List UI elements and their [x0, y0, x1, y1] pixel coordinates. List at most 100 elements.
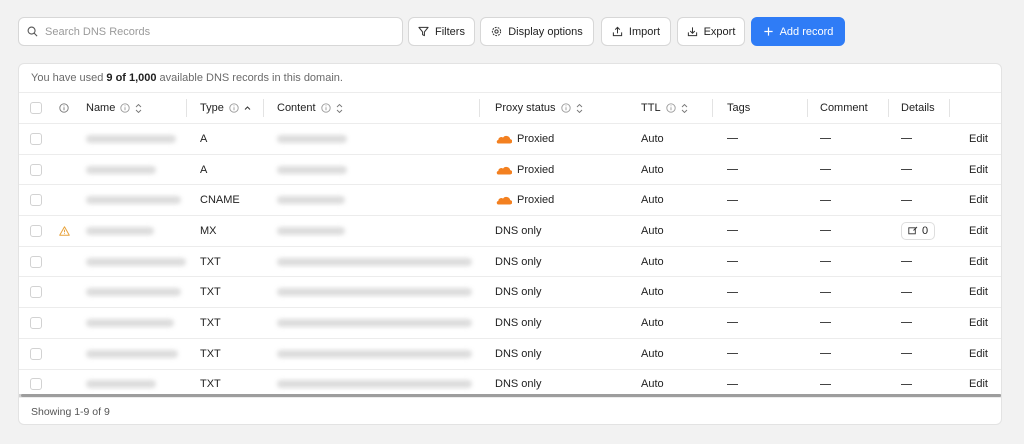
proxy-status-label: Proxied: [517, 194, 555, 207]
tags-col-header: Tags: [727, 93, 750, 123]
proxy-status-cell: DNS only: [495, 339, 541, 369]
content-col-label: Content: [277, 102, 316, 114]
edit-button[interactable]: Edit: [969, 277, 988, 307]
table-footer: Showing 1-9 of 9: [19, 397, 1001, 424]
record-type: MX: [200, 224, 217, 237]
record-content-redacted: [277, 349, 472, 358]
row-checkbox[interactable]: [30, 163, 42, 176]
edit-button[interactable]: Edit: [969, 247, 988, 277]
type-col-header[interactable]: Type: [200, 93, 251, 123]
showing-count: Showing 1-9 of 9: [31, 406, 110, 418]
proxy-status-label: DNS only: [495, 378, 542, 391]
record-content-redacted: [277, 288, 472, 297]
proxy-status-cell: DNS only: [495, 247, 541, 277]
details-empty-dash: [901, 261, 912, 263]
ttl-value: Auto: [641, 347, 664, 360]
record-content-redacted: [277, 165, 347, 174]
record-type: A: [200, 132, 208, 145]
column-divider: [807, 99, 808, 117]
record-name-redacted: [86, 226, 154, 235]
usage-summary: You have used 9 of 1,000 available DNS r…: [19, 64, 1001, 92]
row-checkbox[interactable]: [30, 255, 42, 268]
warning-icon[interactable]: [59, 226, 70, 236]
tags-empty-dash: [727, 291, 738, 293]
search-input[interactable]: Search DNS Records: [18, 17, 403, 46]
select-all-cell: [30, 93, 42, 123]
details-col-label: Details: [901, 102, 935, 114]
ttl-col-label: TTL: [641, 102, 661, 114]
note-icon: [908, 227, 918, 235]
details-col-header: Details: [901, 93, 935, 123]
row-checkbox[interactable]: [30, 347, 42, 360]
row-checkbox[interactable]: [30, 378, 42, 391]
cloud-icon: [496, 166, 512, 175]
proxy-status-col-header[interactable]: Proxy status: [495, 93, 583, 123]
toolbar: Search DNS Records Filters Display optio…: [18, 16, 1004, 47]
proxy-status-col-label: Proxy status: [495, 102, 556, 114]
proxy-status-label: DNS only: [495, 255, 542, 268]
proxy-status-cell: Proxied: [495, 155, 554, 185]
add-record-button[interactable]: Add record: [751, 17, 845, 46]
sort-icon: [336, 103, 342, 113]
filters-button[interactable]: Filters: [408, 17, 475, 46]
record-name-redacted: [86, 288, 181, 297]
table-row: A Proxied Auto Edit: [19, 153, 1001, 185]
details-badge[interactable]: 0: [901, 221, 936, 240]
add-record-label: Add record: [779, 25, 834, 38]
ttl-col-header[interactable]: TTL: [641, 93, 688, 123]
record-name-redacted: [86, 134, 176, 143]
details-empty-dash: [901, 383, 912, 385]
edit-button[interactable]: Edit: [969, 339, 988, 369]
record-name-redacted: [86, 349, 178, 358]
import-button[interactable]: Import: [601, 17, 671, 46]
info-icon: [320, 103, 331, 113]
record-type: CNAME: [200, 194, 240, 207]
details-empty-dash: [901, 138, 912, 140]
usage-suffix: available DNS records in this domain.: [159, 72, 343, 84]
record-name-redacted: [86, 196, 181, 205]
table-header: Name Type Content Proxy status TTL Tags …: [19, 92, 1001, 123]
info-icon: [120, 103, 130, 113]
column-divider: [263, 99, 264, 117]
edit-button[interactable]: Edit: [969, 308, 988, 338]
usage-count: 9 of 1,000: [106, 72, 157, 84]
export-button[interactable]: Export: [677, 17, 745, 46]
row-checkbox[interactable]: [30, 316, 42, 329]
usage-prefix: You have used: [31, 72, 104, 84]
display-options-button[interactable]: Display options: [480, 17, 594, 46]
row-checkbox[interactable]: [30, 286, 42, 299]
record-name-redacted: [86, 318, 174, 327]
edit-button[interactable]: Edit: [969, 155, 988, 185]
name-col-label: Name: [86, 102, 116, 114]
proxy-status-cell: Proxied: [495, 124, 554, 154]
tags-empty-dash: [727, 322, 738, 324]
edit-button[interactable]: Edit: [969, 216, 988, 246]
type-col-label: Type: [200, 102, 224, 114]
comment-empty-dash: [820, 199, 831, 201]
cloud-icon: [496, 135, 512, 144]
tags-empty-dash: [727, 199, 738, 201]
row-checkbox[interactable]: [30, 194, 42, 207]
filters-label: Filters: [435, 25, 465, 38]
comment-empty-dash: [820, 291, 831, 293]
row-checkbox[interactable]: [30, 132, 42, 145]
record-type: TXT: [200, 255, 221, 268]
table-row: TXT DNS only Auto Edit: [19, 337, 1001, 369]
select-all-checkbox[interactable]: [30, 102, 42, 114]
comment-col-header: Comment: [820, 93, 868, 123]
comment-empty-dash: [820, 322, 831, 324]
table-row: TXT DNS only Auto Edit: [19, 276, 1001, 307]
name-col-header[interactable]: Name: [86, 93, 142, 123]
cloud-icon: [496, 197, 512, 205]
edit-button[interactable]: Edit: [969, 124, 988, 154]
proxy-status-cell: DNS only: [495, 277, 541, 307]
record-name-redacted: [86, 257, 186, 266]
record-content-redacted: [277, 226, 345, 235]
content-col-header[interactable]: Content: [277, 93, 343, 123]
edit-button[interactable]: Edit: [969, 185, 988, 215]
comment-empty-dash: [820, 353, 831, 355]
tags-empty-dash: [727, 383, 738, 385]
table-body: A Proxied Auto Edit A Proxied Auto Edit …: [19, 123, 1001, 399]
row-checkbox[interactable]: [30, 224, 42, 237]
proxy-status-cell: DNS only: [495, 308, 541, 338]
